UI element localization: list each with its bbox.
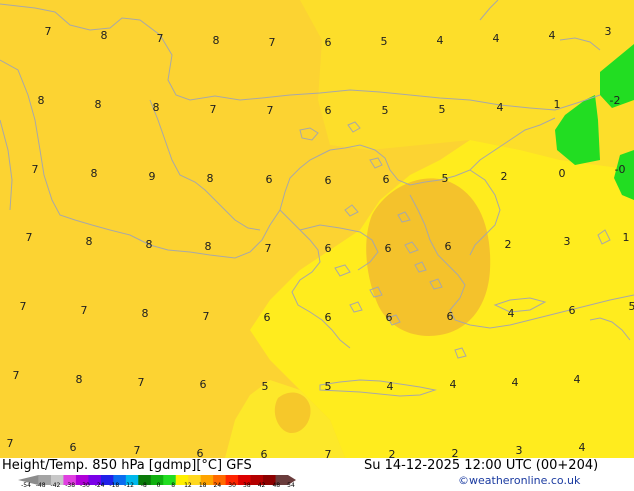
legend-tick-label: -38 [65,483,75,489]
legend-tick-label: 8 [171,483,175,489]
contour-label: 6 [197,447,204,458]
contour-label: 6 [325,104,332,117]
legend-tick-label: 54 [287,483,295,489]
contour-label: 4 [579,441,586,454]
contour-label: -2 [610,94,621,107]
contour-label: 7 [203,310,210,323]
contour-label: 6 [70,441,77,454]
contour-label: 7 [45,25,52,38]
legend-tick-label: 48 [272,483,280,489]
contour-label: 5 [262,380,269,393]
contour-label: 6 [385,242,392,255]
contour-label: 2 [452,447,459,458]
contour-label: -0 [615,163,626,176]
contour-label: 6 [325,242,332,255]
contour-label: 8 [76,373,83,386]
contour-label: 6 [445,240,452,253]
legend-tick-label: 38 [243,483,251,489]
contour-label: 7 [269,36,276,49]
contour-label: 2 [389,448,396,458]
map-datetime: Su 14-12-2025 12:00 UTC (00+204) [364,458,598,473]
contour-label: 4 [549,29,556,42]
contour-label: 1 [554,98,561,111]
contour-label: 1 [623,231,630,244]
legend-tick-label: -24 [95,483,105,489]
contour-label: 7 [265,242,272,255]
contour-label: 8 [207,172,214,185]
contour-label: 9 [149,170,156,183]
contour-label: 4 [497,101,504,114]
contour-label: 8 [91,167,98,180]
contour-label: 6 [325,36,332,49]
contour-label: 8 [101,29,108,42]
legend-tick-label: -54 [21,483,31,489]
contour-label: 3 [564,235,571,248]
contour-label: 7 [267,104,274,117]
legend-tick-label: 18 [199,483,207,489]
legend-tick-label: -30 [80,483,90,489]
contour-label: 5 [381,35,388,48]
contour-label: 8 [153,101,160,114]
contour-label: 8 [205,240,212,253]
contour-label: 7 [157,32,164,45]
contour-label: 6 [386,311,393,324]
credit-link[interactable]: ©weatheronline.co.uk [458,474,580,487]
contour-label: 6 [264,311,271,324]
contour-label: 4 [493,32,500,45]
contour-label: 7 [32,163,39,176]
contour-label: 7 [7,437,14,450]
legend-tick-label: 24 [214,483,222,489]
contour-label: 6 [383,173,390,186]
legend-tick-label: -12 [124,483,134,489]
footer-bar: Height/Temp. 850 hPa [gdmp][°C] GFS Su 1… [0,458,634,490]
contour-label: 6 [261,448,268,458]
contour-label: 8 [38,94,45,107]
legend-tick-label: -8 [141,483,147,489]
legend-tick-label: 12 [184,483,192,489]
contour-label: 7 [134,444,141,457]
legend-tick-label: -48 [36,483,46,489]
contour-label: 7 [13,369,20,382]
contour-label: 6 [325,174,332,187]
contour-label: 4 [508,307,515,320]
contour-label: 7 [81,304,88,317]
legend-tick-label: -42 [51,483,61,489]
contour-label: 2 [505,238,512,251]
contour-label: 6 [447,310,454,323]
contour-label: 6 [325,311,332,324]
contour-label: 4 [450,378,457,391]
contour-label: 4 [512,376,519,389]
contour-label: 7 [210,103,217,116]
legend-tick-label: -18 [109,483,119,489]
contour-label: 6 [569,304,576,317]
legend-tick-label: 0 [157,483,161,489]
contour-label: 3 [516,444,523,457]
contour-label: 8 [95,98,102,111]
contour-label: 5 [325,380,332,393]
contour-label: 8 [86,235,93,248]
contour-label: 7 [138,376,145,389]
contour-label: 3 [605,25,612,38]
contour-label: 8 [146,238,153,251]
contour-label: 5 [629,300,634,313]
contour-label: 0 [559,167,566,180]
contour-label: 4 [387,380,394,393]
contour-label: 5 [382,104,389,117]
contour-label: 6 [200,378,207,391]
map-title: Height/Temp. 850 hPa [gdmp][°C] GFS [2,458,252,473]
contour-label: 4 [574,373,581,386]
legend-tick-label: 42 [258,483,266,489]
contour-label: 2 [501,170,508,183]
contour-label: 8 [142,307,149,320]
contour-label: 7 [325,448,332,458]
contour-label: 5 [442,172,449,185]
contour-label: 7 [26,231,33,244]
contour-label: 7 [20,300,27,313]
contour-label: 8 [213,34,220,47]
weather-map: 7 8 7 8 7 6 5 4 4 4 3 8 8 8 7 7 6 5 5 4 1 -2 7 8 9 8 6 6 6 5 2 0 -0 7 8 8 8 7… [0,0,634,458]
contour-label: 4 [437,34,444,47]
legend-tick-label: 30 [228,483,236,489]
contour-label: 5 [439,103,446,116]
contour-label: 6 [266,173,273,186]
